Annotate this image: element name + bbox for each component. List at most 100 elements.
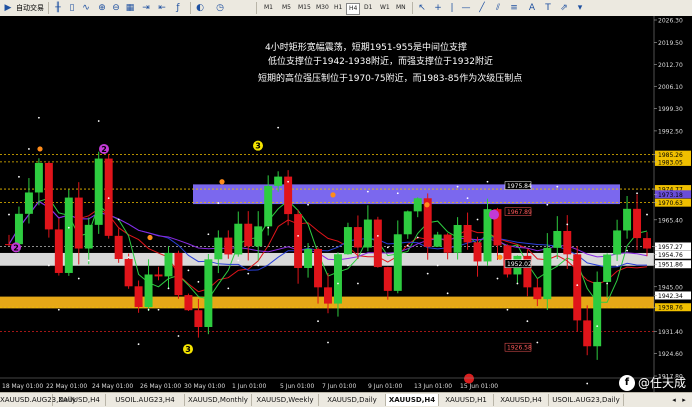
candle-body	[553, 230, 562, 248]
sar-dot	[247, 272, 250, 275]
tab-xauusd-h4-active[interactable]: XAUUSD,H4	[386, 394, 439, 406]
chart-price-label: 1926.58	[507, 345, 532, 352]
autotrade-button[interactable]: 自动交易	[16, 2, 44, 14]
timeframe-h4[interactable]: H4	[346, 3, 361, 15]
mid-support-zone	[0, 252, 654, 266]
timeframe-m5[interactable]: M5	[280, 3, 293, 13]
sar-dot	[496, 277, 499, 280]
timeframe-w1[interactable]: W1	[378, 3, 392, 13]
chart-shift-icon[interactable]: ⇤	[156, 2, 168, 14]
sar-dot	[546, 203, 549, 206]
zoom-in-icon[interactable]: ⊕	[96, 2, 108, 14]
tab-xauusd-aug23-daily[interactable]: XAUUSD.AUG23,Daily	[0, 394, 76, 406]
crosshair-icon[interactable]: +	[432, 2, 444, 14]
tab-usoil-aug23-daily[interactable]: USOIL.AUG23,Daily	[549, 394, 624, 406]
candle-body	[633, 208, 642, 239]
bar-chart-icon[interactable]: ╫	[52, 2, 64, 14]
sar-dot	[77, 277, 80, 280]
tab-xauusd-h4[interactable]: XAUUSD,H4	[53, 394, 106, 406]
price-tick-label: 2019.50	[658, 40, 683, 47]
time-tick-label: 13 Jun 01:00	[414, 383, 452, 390]
line-chart-icon[interactable]: ∿	[80, 2, 92, 14]
cursor-icon[interactable]: ↖	[416, 2, 428, 14]
price-tick-label: 1973.18	[658, 192, 683, 199]
candle-body	[383, 267, 392, 291]
candle-body	[264, 185, 273, 227]
candlestick-icon[interactable]: ▯	[66, 2, 78, 14]
sar-dot	[217, 202, 220, 204]
sar-dot	[187, 269, 190, 272]
arrow-icon[interactable]: ⇗	[558, 2, 570, 14]
sar-dot	[307, 203, 309, 206]
autoscroll-icon[interactable]: ⇥	[140, 2, 152, 14]
sar-dot	[396, 192, 399, 195]
candle-body	[44, 162, 53, 230]
trendline-icon[interactable]: ╱	[476, 2, 488, 14]
chart-price-label: 1967.89	[507, 209, 532, 216]
channel-icon[interactable]: ⫽	[492, 2, 504, 14]
price-tick-label: 1957.27	[658, 244, 683, 251]
candle-body	[353, 227, 362, 248]
tab-xauusd-monthly[interactable]: XAUUSD,Monthly	[185, 394, 252, 406]
sar-dot	[197, 280, 200, 283]
tab-xauusd-weekly[interactable]: XAUUSD,Weekly	[252, 394, 319, 406]
sar-dot	[466, 197, 469, 200]
tile-windows-icon[interactable]: ▦	[124, 2, 136, 14]
candle-body	[314, 248, 323, 288]
timeframe-m15[interactable]: M15	[296, 3, 313, 13]
fibonacci-icon[interactable]: ≡	[508, 2, 520, 14]
price-chart[interactable]: 3 3 2 2 1975.84 1967.89 1952.02 1926.58 2026.30…	[0, 16, 692, 392]
price-tick-label: 1931.40	[658, 329, 683, 336]
text-label-icon[interactable]: T	[542, 2, 554, 14]
timeframe-d1[interactable]: D1	[362, 3, 374, 13]
tabs-scroll-right-icon[interactable]: ▸	[680, 394, 688, 406]
weibo-logo-icon: f	[618, 374, 635, 391]
autotrade-icon[interactable]: ▶	[2, 2, 14, 14]
timeframe-m1[interactable]: M1	[262, 3, 275, 13]
candle-body	[363, 219, 372, 248]
chart-price-label: 1975.84	[507, 183, 532, 190]
tab-xauusd-h1[interactable]: XAUUSD,H1	[439, 394, 494, 406]
vertical-line-icon[interactable]: |	[446, 2, 458, 14]
candle-body	[144, 274, 153, 308]
price-tick-label: 1954.76	[658, 252, 683, 259]
sar-dot	[486, 180, 489, 183]
price-tick-label: 1983.05	[658, 159, 683, 166]
zoom-out-icon[interactable]: ⊖	[110, 2, 122, 14]
time-tick-label: 22 May 01:00	[46, 383, 87, 390]
tabs-scroll-left-icon[interactable]: ◂	[670, 394, 678, 406]
candle-body	[34, 162, 43, 193]
sar-dot	[107, 197, 110, 200]
horizontal-line-icon[interactable]: —	[460, 2, 472, 14]
timeframe-h1[interactable]: H1	[332, 3, 344, 13]
candle-body	[393, 234, 402, 291]
candle-body	[563, 230, 572, 255]
price-tick-label: 1992.50	[658, 128, 683, 135]
dropdown-icon[interactable]: ▾	[574, 2, 586, 14]
candle-body	[603, 254, 612, 282]
templates-icon[interactable]: ◐	[194, 2, 206, 14]
sar-dot	[157, 308, 160, 311]
sar-dot	[416, 236, 419, 239]
sar-dot	[18, 175, 20, 178]
tab-xauusd-daily[interactable]: XAUUSD,Daily	[319, 394, 386, 406]
tab-xauusd-h4-2[interactable]: XAUUSD,H4	[494, 394, 549, 406]
sar-dot	[8, 213, 10, 216]
price-tick-label: 1942.34	[658, 293, 683, 300]
sar-dot	[287, 180, 290, 183]
sar-dot	[366, 190, 369, 193]
sar-dot	[267, 226, 270, 229]
wave-marker	[489, 209, 499, 220]
sar-dot	[237, 259, 240, 262]
candle-body	[463, 224, 472, 243]
sar-dot	[37, 116, 40, 119]
periods-icon[interactable]: ◷	[214, 2, 226, 14]
indicators-icon[interactable]: ƒ	[172, 2, 184, 14]
text-tool-icon[interactable]: A	[526, 2, 538, 14]
timeframe-m30[interactable]: M30	[314, 3, 331, 13]
candle-body	[84, 224, 93, 249]
sar-dot	[376, 234, 379, 237]
timeframe-mn[interactable]: MN	[394, 3, 408, 13]
candle-body	[413, 198, 422, 212]
tab-usoil-aug23-h4[interactable]: USOIL.AUG23,H4	[106, 394, 185, 406]
